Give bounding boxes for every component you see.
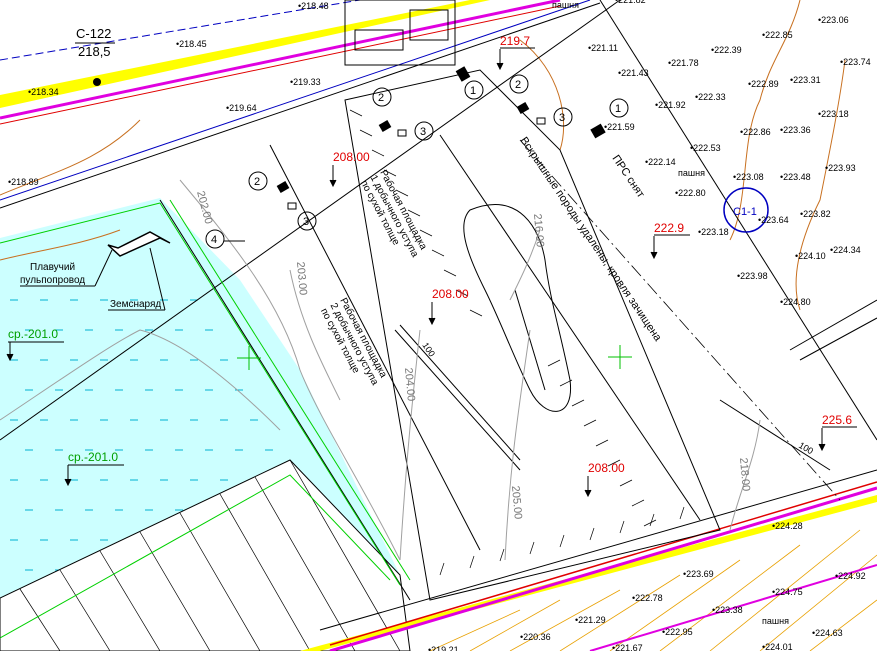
spot-height: •218.34 [28,87,59,97]
spot-height: •222.95 [662,627,693,637]
spot-height: •220.36 [520,632,551,642]
contour-label-205: 205.00 [509,485,524,520]
topographic-plan: 1 1 2 2 2 3 3 3 4 С-122 218,5 С1-1 208.0… [0,0,877,651]
spot-height: •222.85 [762,30,793,40]
level-208-a: 208.00 [333,150,370,164]
contour-label-204: 204.00 [402,367,417,402]
level-208-c: 208.00 [588,461,625,475]
spot-height: •221.67 [612,643,643,651]
spot-height: •224.92 [835,571,866,581]
spot-height: •223.69 [683,569,714,579]
spot-height: •222.86 [740,127,771,137]
spot-height: •221.82 [615,0,646,5]
spot-height: •221.29 [575,615,606,625]
spot-height: •222.78 [632,593,663,603]
contour-label-218: 218.00 [737,457,752,492]
contour-label-203: 203.00 [294,261,309,296]
pasture-label-2: пашня [552,0,579,10]
spot-height: •223.74 [840,57,871,67]
spot-height: •223.64 [758,215,789,225]
spot-height: •224.34 [830,245,861,255]
spot-height: •222.89 [748,79,779,89]
spot-height: •223.98 [737,271,768,281]
dredger-label: Земснаряд [110,299,161,310]
spot-height: •218.89 [8,177,39,187]
spot-height: •222.33 [695,92,726,102]
callout-1a: 1 [470,85,476,97]
plan-drawing: 1 1 2 2 2 3 3 3 4 С-122 218,5 С1-1 208.0… [0,0,877,651]
spot-height: •221.43 [618,68,649,78]
callout-4: 4 [211,234,217,246]
spot-height: •224.75 [772,587,803,597]
spot-height: •224.01 [762,642,793,651]
callout-3b: 3 [559,112,565,124]
floating-pipe-label-1: Плавучий [30,262,75,273]
contour-label-202: 202.00 [194,190,214,226]
spot-height: •219.64 [226,103,257,113]
spot-height: •222.53 [690,143,721,153]
spot-height: •221.11 [588,43,618,53]
spot-height: •223.38 [712,605,743,615]
spot-height: •222.39 [711,45,742,55]
spot-height: •221.92 [655,100,686,110]
section-label: С1-1 [733,206,757,218]
contour-label-216: 216.00 [531,213,546,248]
yellow-strip-top [0,0,490,108]
spot-height: •218.45 [176,39,207,49]
spot-height: •223.18 [698,227,729,237]
spot-height: •223.08 [733,172,764,182]
level-225: 225.6 [822,413,852,427]
spot-height: •224.63 [812,628,843,638]
prs-note: ПРС снят [610,153,647,200]
spot-height: •223.82 [800,209,831,219]
spot-height: •223.48 [780,172,811,182]
marker-elev: 218,5 [78,44,111,59]
spot-height: •224.80 [780,297,811,307]
spot-height: •218.48 [298,1,329,11]
callout-1b: 1 [615,103,621,115]
callout-2a: 2 [378,92,384,104]
callout-3a: 3 [420,126,426,138]
water-level-1: ср.-201.0 [8,327,58,341]
level-arrows [329,47,857,498]
spot-height: •224.10 [795,251,826,261]
spot-height: •223.18 [818,109,849,119]
spot-height: •223.06 [818,15,849,25]
level-219: 219.7 [500,34,530,48]
work-platform-1: Рабочая площадка 1 добычного уступа по с… [358,168,430,260]
spot-height: •223.36 [780,125,811,135]
callout-2b: 2 [515,79,521,91]
spot-height: •224.28 [772,521,803,531]
label-100-a: 100 [420,341,437,359]
floating-pipe-label-2: пульпопровод [20,275,85,286]
spot-height: •223.31 [790,75,821,85]
spot-height: •219.33 [290,77,321,87]
spot-height: •222.80 [675,188,706,198]
label-100-b: 100 [797,440,815,456]
level-222: 222.9 [654,221,684,235]
spot-height: •222.14 [645,157,676,167]
callout-2c: 2 [254,176,260,188]
pasture-label-3: пашня [762,616,789,626]
spot-height: •221.59 [604,122,635,132]
spot-height: •219.21 [428,645,459,651]
marker-code: С-122 [76,26,111,41]
water-level-2: ср.-201.0 [68,450,118,464]
spot-height: •221.78 [668,58,699,68]
pasture-label-1: пашня [678,168,705,178]
level-208-b: 208.00 [432,287,469,301]
spot-height: •223.93 [825,163,856,173]
benchmark-icon [93,78,101,86]
callout-3c: 3 [303,216,309,228]
